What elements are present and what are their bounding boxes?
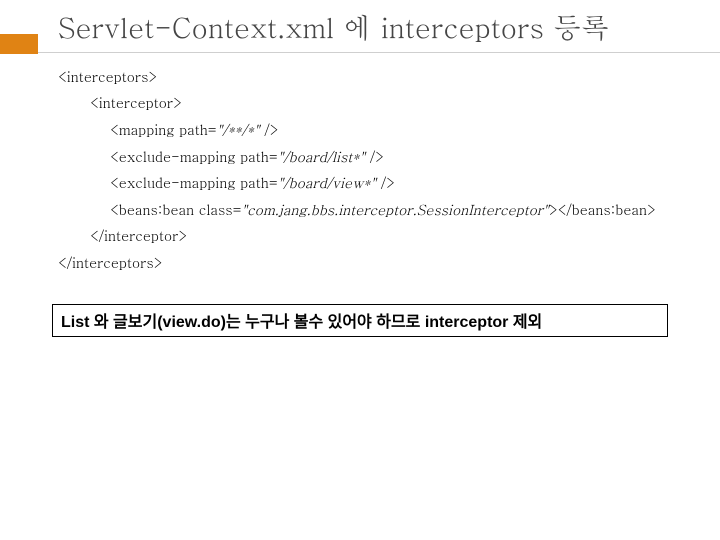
code-seg-italic: "/board/view*" — [278, 172, 381, 192]
code-line: </interceptor> — [58, 222, 720, 249]
code-seg-italic: "com.jang.bbs.interceptor.SessionInterce… — [241, 199, 549, 219]
code-seg: <exclude-mapping path= — [110, 146, 278, 166]
code-line: <exclude-mapping path="/board/view*" /> — [58, 169, 720, 196]
code-seg-italic: "/**/*" — [217, 119, 265, 139]
code-seg: ></beans:bean> — [549, 199, 656, 219]
code-line: <exclude-mapping path="/board/list*" /> — [58, 143, 720, 170]
title-area: Servlet-Context.xml 에 interceptors 등록 — [0, 8, 720, 53]
code-line: <mapping path="/**/*" /> — [58, 116, 720, 143]
code-seg: <mapping path= — [110, 119, 217, 139]
code-line: </interceptors> — [58, 249, 720, 276]
note-box: List 와 글보기(view.do)는 누구나 볼수 있어야 하므로 inte… — [52, 304, 668, 337]
code-line: <beans:bean class="com.jang.bbs.intercep… — [58, 196, 720, 223]
code-seg: /> — [381, 172, 395, 192]
code-line: <interceptors> — [58, 63, 720, 90]
code-seg: /> — [264, 119, 278, 139]
code-line: <interceptor> — [58, 89, 720, 116]
code-seg-italic: "/board/list*" — [278, 146, 370, 166]
code-seg: <exclude-mapping path= — [110, 172, 278, 192]
note-text: List 와 글보기(view.do)는 누구나 볼수 있어야 하므로 inte… — [61, 308, 659, 332]
slide-root: Servlet-Context.xml 에 interceptors 등록 <i… — [0, 0, 720, 540]
page-title: Servlet-Context.xml 에 interceptors 등록 — [58, 8, 702, 46]
code-seg: <beans:bean class= — [110, 199, 241, 219]
code-block: <interceptors> <interceptor> <mapping pa… — [0, 53, 720, 276]
accent-bar — [0, 34, 38, 54]
code-seg: /> — [370, 146, 384, 166]
